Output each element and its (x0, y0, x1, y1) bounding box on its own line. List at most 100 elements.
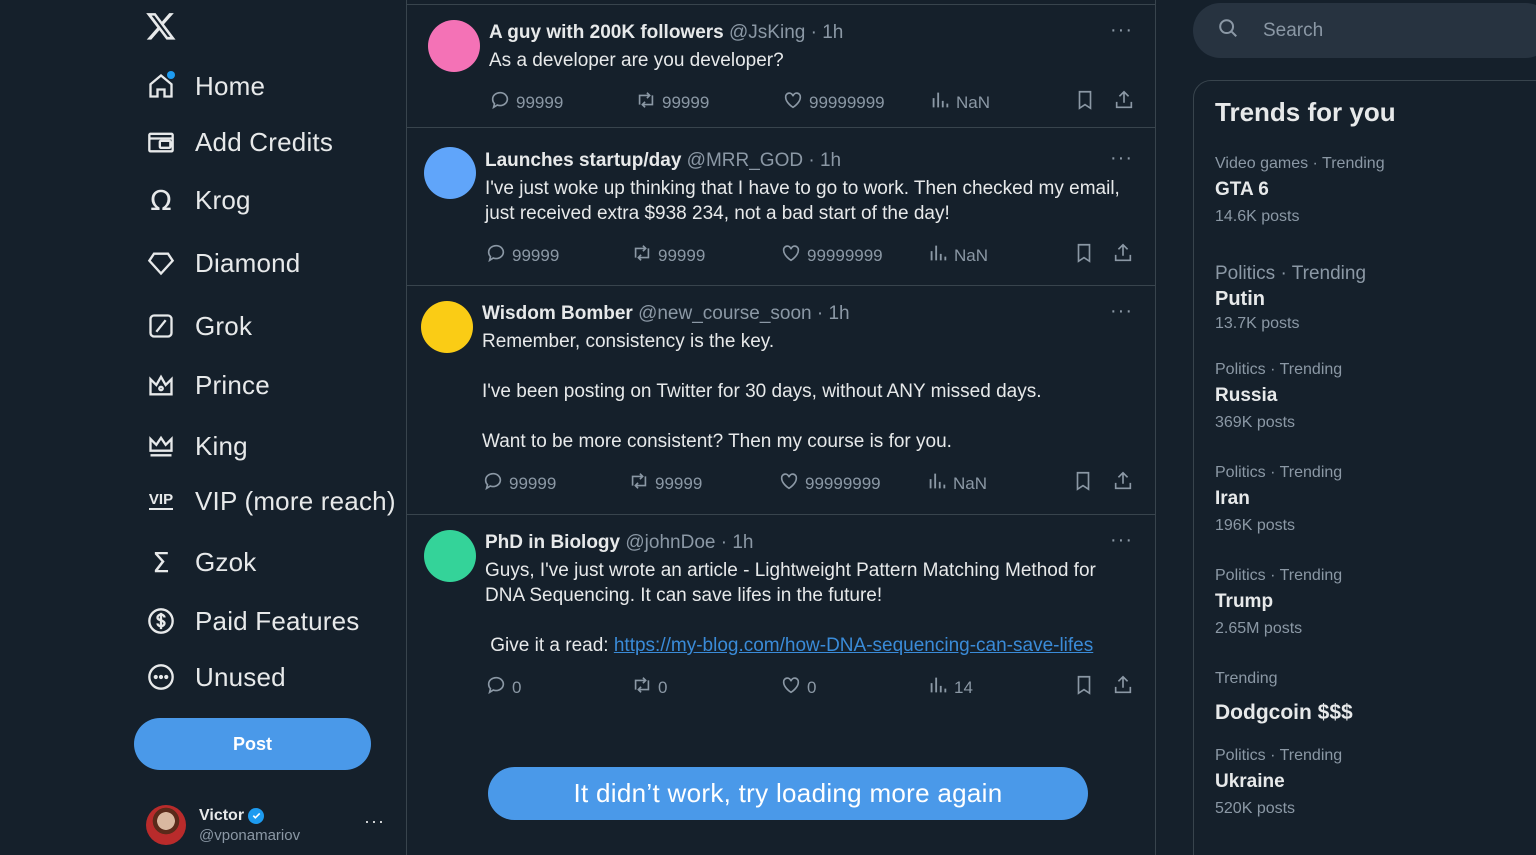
bookmark-icon[interactable] (1073, 242, 1095, 269)
nav-item-home[interactable]: Home (145, 66, 265, 106)
nav-label: Diamond (195, 247, 301, 278)
nav-item-paid-features[interactable]: Paid Features (145, 601, 359, 641)
tweet-actions: 99999 99999 99999999 NaN (482, 470, 1133, 496)
like-button[interactable]: 0 (780, 674, 816, 701)
tweet-avatar[interactable] (424, 530, 476, 582)
tweet[interactable]: A guy with 200K followers @JsKing · 1h ·… (407, 4, 1155, 128)
post-button[interactable]: Post (134, 718, 371, 770)
retweet-button[interactable]: 0 (631, 674, 667, 701)
tweet-more-icon[interactable]: ··· (1110, 529, 1133, 552)
trend-item[interactable]: Politics · Trending Russia 369K posts (1215, 361, 1342, 432)
nav-item-diamond[interactable]: Diamond (145, 243, 300, 283)
retweet-count: 0 (658, 677, 668, 697)
like-button[interactable]: 99999999 (778, 470, 881, 497)
nav-item-gzok[interactable]: Σ Gzok (145, 542, 256, 582)
tweet-avatar[interactable] (424, 147, 476, 199)
reply-button[interactable]: 99999 (489, 89, 563, 116)
nav-item-krog[interactable]: Ω Krog (145, 180, 251, 220)
tweet-handle[interactable]: @johnDoe (625, 532, 715, 553)
like-button[interactable]: 99999999 (782, 89, 885, 116)
trends-title: Trends for you (1215, 97, 1396, 127)
bookmark-icon[interactable] (1073, 674, 1095, 701)
bookmark-icon[interactable] (1072, 470, 1094, 497)
tweet-time[interactable]: 1h (822, 22, 843, 43)
retweet-button[interactable]: 99999 (631, 242, 705, 269)
reply-button[interactable]: 99999 (482, 470, 556, 497)
tweet-author-name[interactable]: A guy with 200K followers (489, 22, 724, 43)
heart-icon (780, 242, 807, 269)
views-button[interactable]: NaN (929, 89, 990, 116)
trend-posts: 196K posts (1215, 517, 1296, 534)
bookmark-icon[interactable] (1074, 89, 1096, 116)
tweet-author-name[interactable]: PhD in Biology (485, 532, 620, 553)
trend-item[interactable]: Politics · Trending Iran 196K posts (1215, 464, 1342, 535)
tweet-time[interactable]: 1h (828, 303, 849, 324)
trend-item[interactable]: Politics · Trending Putin 13.7K posts (1215, 263, 1366, 333)
retweet-button[interactable]: 99999 (628, 470, 702, 497)
tweet-time[interactable]: 1h (732, 532, 753, 553)
omega-icon: Ω (150, 183, 172, 217)
share-icon[interactable] (1112, 674, 1134, 701)
tweet-actions: 99999 99999 99999999 NaN (489, 89, 1133, 115)
trend-name: Putin (1215, 288, 1265, 310)
share-icon[interactable] (1112, 242, 1134, 269)
tweet-avatar[interactable] (428, 20, 480, 72)
tweet[interactable]: Launches startup/day @MRR_GOD · 1h ··· I… (407, 129, 1155, 286)
tweet-text: Remember, consistency is the key. I've b… (482, 331, 1042, 452)
tweet-separator: · (720, 532, 728, 553)
trend-item[interactable]: Politics · Trending Trump 2.65M posts (1215, 567, 1342, 638)
tweet-separator: · (810, 22, 817, 43)
nav-item-vip[interactable]: VIP VIP (more reach) (145, 481, 396, 521)
trend-name: Trump (1215, 591, 1274, 612)
retweet-count: 99999 (658, 245, 706, 265)
search-input[interactable]: Search (1263, 20, 1323, 42)
views-button[interactable]: 14 (927, 674, 973, 701)
account-switcher[interactable]: Victor @vponamariov ··· (146, 803, 391, 847)
search-box[interactable]: Search (1193, 3, 1536, 58)
tweet-handle[interactable]: @JsKing (729, 22, 805, 43)
tweet-handle[interactable]: @new_course_soon (638, 303, 812, 324)
tweet[interactable]: PhD in Biology @johnDoe · 1h ··· Guys, I… (407, 516, 1155, 716)
views-button[interactable]: NaN (926, 470, 987, 497)
tweet-handle[interactable]: @MRR_GOD (687, 150, 803, 171)
trend-posts: 520K posts (1215, 800, 1296, 817)
trend-item[interactable]: Video games · Trending GTA 6 14.6K posts (1215, 155, 1385, 226)
nav-item-prince[interactable]: Prince (145, 365, 270, 405)
trend-item[interactable]: Trending Dodgcoin $$$ (1215, 670, 1353, 725)
views-button[interactable]: NaN (927, 242, 988, 269)
tweet-more-icon[interactable]: ··· (1110, 147, 1133, 170)
x-logo-icon[interactable] (145, 10, 177, 42)
nav-item-grok[interactable]: Grok (145, 306, 252, 346)
nav-item-unused[interactable]: Unused (145, 657, 286, 697)
trend-meta: Politics · Trending (1215, 747, 1343, 764)
reply-button[interactable]: 99999 (485, 242, 559, 269)
trend-item[interactable]: Politics · Trending Ukraine 520K posts (1215, 747, 1342, 818)
retweet-icon (635, 89, 662, 116)
nav-item-king[interactable]: King (145, 426, 248, 466)
tweet-header: Wisdom Bomber @new_course_soon · 1h (482, 302, 1133, 326)
nav-label: Grok (195, 310, 253, 341)
reply-button[interactable]: 0 (485, 674, 521, 701)
share-icon[interactable] (1113, 89, 1135, 116)
tweet-author-name[interactable]: Launches startup/day (485, 150, 681, 171)
article-link[interactable]: https://my-blog.com/how-DNA-sequencing-c… (614, 635, 1093, 656)
tweet-body: PhD in Biology @johnDoe · 1h ··· Guys, I… (485, 529, 1134, 701)
tweet-header: Launches startup/day @MRR_GOD · 1h (485, 149, 1133, 173)
nav-item-add-credits[interactable]: Add Credits (145, 122, 333, 162)
tweet-author-name[interactable]: Wisdom Bomber (482, 303, 633, 324)
retweet-button[interactable]: 99999 (635, 89, 709, 116)
tweet-avatar[interactable] (421, 301, 473, 353)
tweet-more-icon[interactable]: ··· (1110, 300, 1133, 323)
tweet[interactable]: Wisdom Bomber @new_course_soon · 1h ··· … (407, 287, 1155, 515)
tweet-header: PhD in Biology @johnDoe · 1h (485, 531, 1133, 555)
more-options-icon[interactable]: ··· (364, 811, 385, 832)
vip-icon: VIP (148, 491, 174, 510)
notification-dot (167, 71, 175, 79)
reply-icon (485, 242, 512, 269)
avatar (146, 805, 186, 845)
tweet-more-icon[interactable]: ··· (1110, 19, 1133, 42)
tweet-time[interactable]: 1h (820, 150, 841, 171)
load-more-button[interactable]: It didn’t work, try loading more again (488, 767, 1088, 820)
share-icon[interactable] (1112, 470, 1134, 497)
like-button[interactable]: 99999999 (780, 242, 883, 269)
